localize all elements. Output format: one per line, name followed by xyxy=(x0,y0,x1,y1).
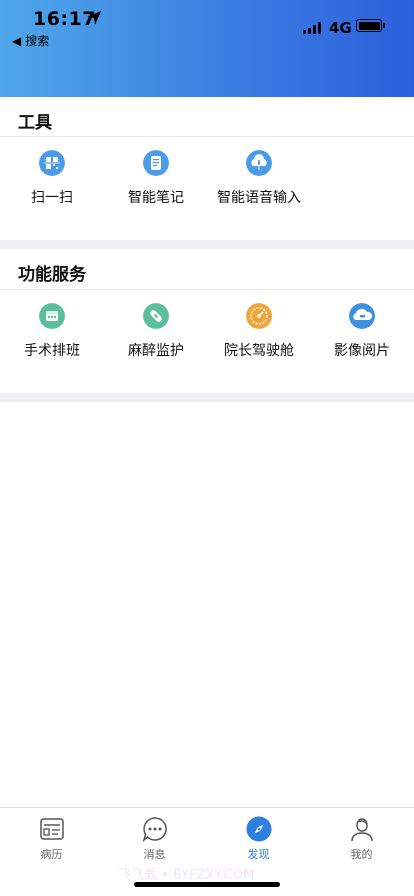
tool-label: 智能语音输入 xyxy=(217,190,301,206)
service-label: 影像阅片 xyxy=(334,343,390,359)
back-to-search-link[interactable]: ◀ 搜索 xyxy=(12,32,49,49)
section-title-services: 功能服务 xyxy=(18,265,86,285)
message-icon xyxy=(142,817,167,842)
battery-tip xyxy=(383,23,385,28)
battery-icon xyxy=(356,19,382,32)
watermark: 飞飞载 • BYFZXY.COM xyxy=(118,868,255,883)
service-imaging[interactable]: 影像阅片 xyxy=(310,303,414,360)
imaging-cloud-icon xyxy=(349,303,375,329)
tool-voice-input[interactable]: 智能语音输入 xyxy=(207,150,311,207)
compass-icon xyxy=(246,816,271,842)
cellular-signal-icon xyxy=(303,20,321,34)
dashboard-gauge-icon xyxy=(246,303,272,329)
voice-input-icon xyxy=(246,150,272,176)
profile-icon xyxy=(350,818,373,842)
service-label: 麻醉监护 xyxy=(128,343,184,359)
tab-label: 消息 xyxy=(143,848,166,861)
section-title-tools: 工具 xyxy=(18,113,52,133)
home-indicator xyxy=(134,882,280,887)
divider xyxy=(0,289,414,290)
tab-label: 我的 xyxy=(350,848,373,861)
tab-profile[interactable]: 我的 xyxy=(310,816,413,862)
service-label: 院长驾驶舱 xyxy=(224,343,294,359)
tab-label: 病历 xyxy=(40,848,63,861)
header-gradient: 16:17 ◀ 搜索 4G xyxy=(0,0,414,97)
smart-note-icon xyxy=(143,150,169,176)
tool-smart-note[interactable]: 智能笔记 xyxy=(104,150,208,207)
divider xyxy=(0,136,414,137)
section-gap xyxy=(0,240,414,249)
service-anesthesia-monitor[interactable]: 麻醉监护 xyxy=(104,303,208,360)
service-label: 手术排班 xyxy=(24,343,80,359)
tab-messages[interactable]: 消息 xyxy=(103,816,206,862)
service-director-dashboard[interactable]: 院长驾驶舱 xyxy=(207,303,311,360)
back-triangle-icon: ◀ xyxy=(12,33,22,48)
service-surgery-schedule[interactable]: 手术排班 xyxy=(0,303,104,360)
qr-scan-icon xyxy=(39,150,65,176)
tool-label: 扫一扫 xyxy=(31,190,73,206)
anesthesia-monitor-icon xyxy=(143,303,169,329)
back-label: 搜索 xyxy=(25,34,50,48)
location-arrow-icon xyxy=(87,11,101,25)
tab-medical-records[interactable]: 病历 xyxy=(0,816,103,862)
medical-record-icon xyxy=(39,818,64,840)
surgery-schedule-icon xyxy=(39,303,65,329)
network-type: 4G xyxy=(329,19,352,37)
tab-discover[interactable]: 发现 xyxy=(207,816,310,862)
tab-label: 发现 xyxy=(247,848,270,861)
section-gap xyxy=(0,393,414,402)
tool-label: 智能笔记 xyxy=(128,190,184,206)
tool-scan[interactable]: 扫一扫 xyxy=(0,150,104,207)
